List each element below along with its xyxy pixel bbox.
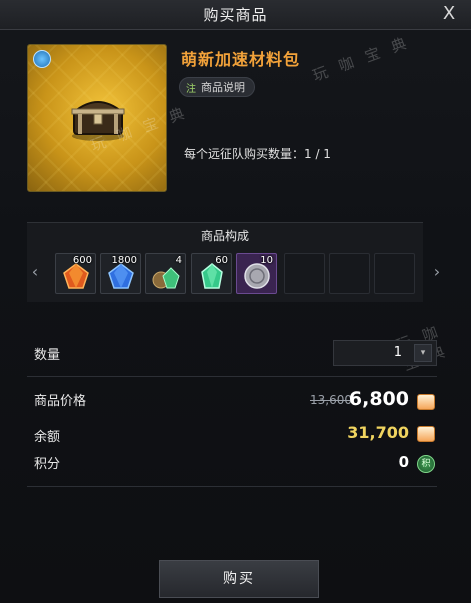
purchase-dialog: 购买商品 X 萌新加速材料包 注 商品说明 每个远征队购买数量：1 / 1 玩 … bbox=[0, 0, 471, 603]
pouch-green-gem-icon bbox=[152, 267, 180, 289]
green-crystal-icon bbox=[201, 263, 223, 289]
points-label: 积分 bbox=[34, 457, 61, 472]
prev-arrow-button[interactable]: ‹ bbox=[28, 262, 42, 282]
next-arrow-button[interactable]: › bbox=[430, 262, 444, 282]
currency-coin-icon bbox=[417, 426, 435, 442]
product-name: 萌新加速材料包 bbox=[181, 50, 301, 69]
quantity-input[interactable]: 1 ▾ bbox=[333, 340, 437, 366]
item-quantity: 4 bbox=[175, 255, 182, 266]
quantity-value: 1 bbox=[393, 345, 402, 360]
blue-crystal-icon bbox=[108, 263, 134, 289]
silver-coin-icon bbox=[244, 263, 270, 289]
item-slot-empty bbox=[284, 253, 325, 294]
item-slot-blue-crystal[interactable]: 1800 bbox=[100, 253, 141, 294]
product-description-label: 商品说明 bbox=[201, 81, 245, 94]
watermark: 玩 咖 宝 典 bbox=[310, 33, 413, 85]
balance-value: 31,700 bbox=[347, 423, 409, 442]
original-price: 13,600 bbox=[310, 393, 352, 407]
note-icon: 注 bbox=[186, 83, 196, 95]
item-slot-empty bbox=[374, 253, 415, 294]
item-quantity: 600 bbox=[72, 255, 92, 266]
current-price: 6,800 bbox=[348, 388, 409, 410]
quantity-stepper[interactable]: ▾ bbox=[414, 344, 432, 362]
item-slot-empty bbox=[329, 253, 370, 294]
price-label: 商品价格 bbox=[34, 394, 87, 409]
item-slot-green-crystal[interactable]: 60 bbox=[191, 253, 232, 294]
dialog-title: 购买商品 bbox=[203, 6, 268, 24]
close-button[interactable]: X bbox=[439, 3, 459, 25]
item-slot-pouch[interactable]: 4 bbox=[145, 253, 186, 294]
divider bbox=[27, 376, 437, 377]
item-slot-silver-coin[interactable]: 10 bbox=[236, 253, 277, 294]
points-icon: 积 bbox=[417, 455, 435, 473]
divider bbox=[27, 486, 437, 487]
balance-label: 余额 bbox=[34, 430, 61, 445]
item-quantity: 60 bbox=[215, 255, 228, 266]
purchase-limit-text: 每个远征队购买数量：1 / 1 bbox=[184, 147, 331, 161]
contents-title: 商品构成 bbox=[200, 229, 249, 243]
dialog-titlebar: 购买商品 X bbox=[0, 0, 471, 30]
currency-coin-icon bbox=[417, 394, 435, 410]
quantity-label: 数量 bbox=[34, 348, 61, 363]
treasure-chest-icon bbox=[71, 101, 125, 141]
buy-button[interactable]: 购买 bbox=[159, 560, 319, 598]
item-slot-red-crystal[interactable]: 600 bbox=[55, 253, 96, 294]
product-description-button[interactable]: 注 商品说明 bbox=[179, 77, 255, 97]
points-value: 0 bbox=[398, 453, 409, 471]
product-badge-icon bbox=[33, 50, 51, 68]
product-image bbox=[27, 44, 167, 192]
red-crystal-icon bbox=[63, 263, 89, 289]
item-quantity: 10 bbox=[260, 255, 273, 266]
item-quantity: 1800 bbox=[111, 255, 137, 266]
